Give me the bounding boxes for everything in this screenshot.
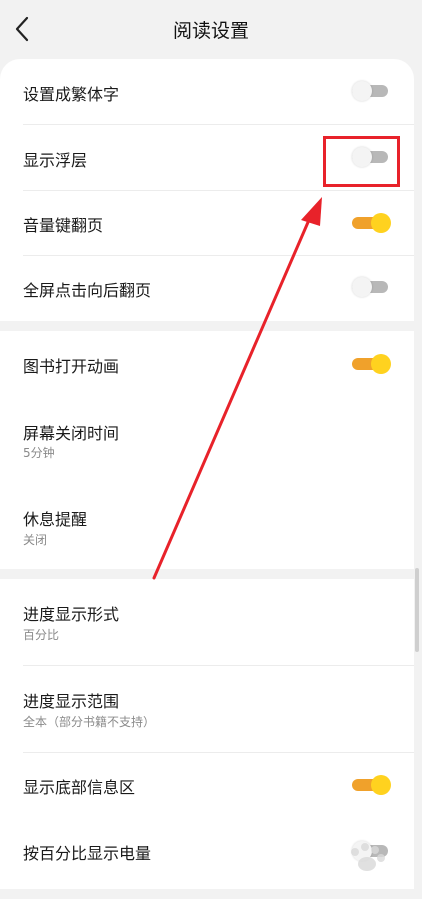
- header-bar: 阅读设置: [0, 0, 422, 58]
- setting-row-progress-range[interactable]: 进度显示范围 全本（部分书籍不支持）: [0, 665, 414, 752]
- setting-label: 显示浮层: [23, 151, 88, 170]
- scrollbar[interactable]: [415, 568, 419, 652]
- reading-settings-screen: 阅读设置 设置成繁体字 显示浮层 音量键翻页 全屏点击向后翻页 图书打开动画 屏…: [0, 0, 422, 899]
- traditional-chinese-toggle[interactable]: [352, 81, 391, 101]
- setting-label: 图书打开动画: [23, 357, 120, 376]
- setting-row-traditional-chinese[interactable]: 设置成繁体字: [0, 59, 414, 125]
- setting-value: 全本（部分书籍不支持）: [23, 715, 156, 729]
- setting-label: 全屏点击向后翻页: [23, 281, 152, 300]
- setting-row-progress-format[interactable]: 进度显示形式 百分比: [0, 579, 414, 665]
- settings-group-display: 设置成繁体字 显示浮层 音量键翻页 全屏点击向后翻页: [0, 59, 414, 321]
- annotation-highlight-box: [323, 136, 400, 187]
- setting-row-screen-off-time[interactable]: 屏幕关闭时间 5分钟: [0, 395, 414, 482]
- setting-label: 休息提醒: [23, 510, 88, 529]
- setting-value: 5分钟: [23, 446, 55, 460]
- setting-value: 百分比: [23, 628, 60, 642]
- bottom-info-toggle[interactable]: [352, 775, 391, 795]
- setting-label: 进度显示范围: [23, 692, 120, 711]
- setting-label: 显示底部信息区: [23, 778, 136, 797]
- setting-row-fullscreen-tap-forward[interactable]: 全屏点击向后翻页: [0, 255, 414, 321]
- settings-group-behavior: 图书打开动画 屏幕关闭时间 5分钟 休息提醒 关闭: [0, 331, 414, 569]
- book-open-animation-toggle[interactable]: [352, 354, 391, 374]
- volume-key-page-turn-toggle[interactable]: [352, 213, 391, 233]
- setting-label: 设置成繁体字: [23, 85, 120, 104]
- setting-row-rest-reminder[interactable]: 休息提醒 关闭: [0, 482, 414, 569]
- fullscreen-tap-forward-toggle[interactable]: [352, 277, 391, 297]
- setting-label: 按百分比显示电量: [23, 844, 152, 863]
- watermark-logo: [351, 843, 385, 871]
- setting-row-volume-key-page-turn[interactable]: 音量键翻页: [0, 190, 414, 255]
- setting-label: 进度显示形式: [23, 605, 120, 624]
- page-title: 阅读设置: [172, 20, 249, 42]
- setting-row-bottom-info[interactable]: 显示底部信息区: [0, 752, 414, 818]
- setting-label: 屏幕关闭时间: [23, 424, 120, 443]
- setting-row-book-open-animation[interactable]: 图书打开动画: [0, 331, 414, 395]
- setting-label: 音量键翻页: [23, 216, 104, 235]
- setting-value: 关闭: [23, 533, 48, 547]
